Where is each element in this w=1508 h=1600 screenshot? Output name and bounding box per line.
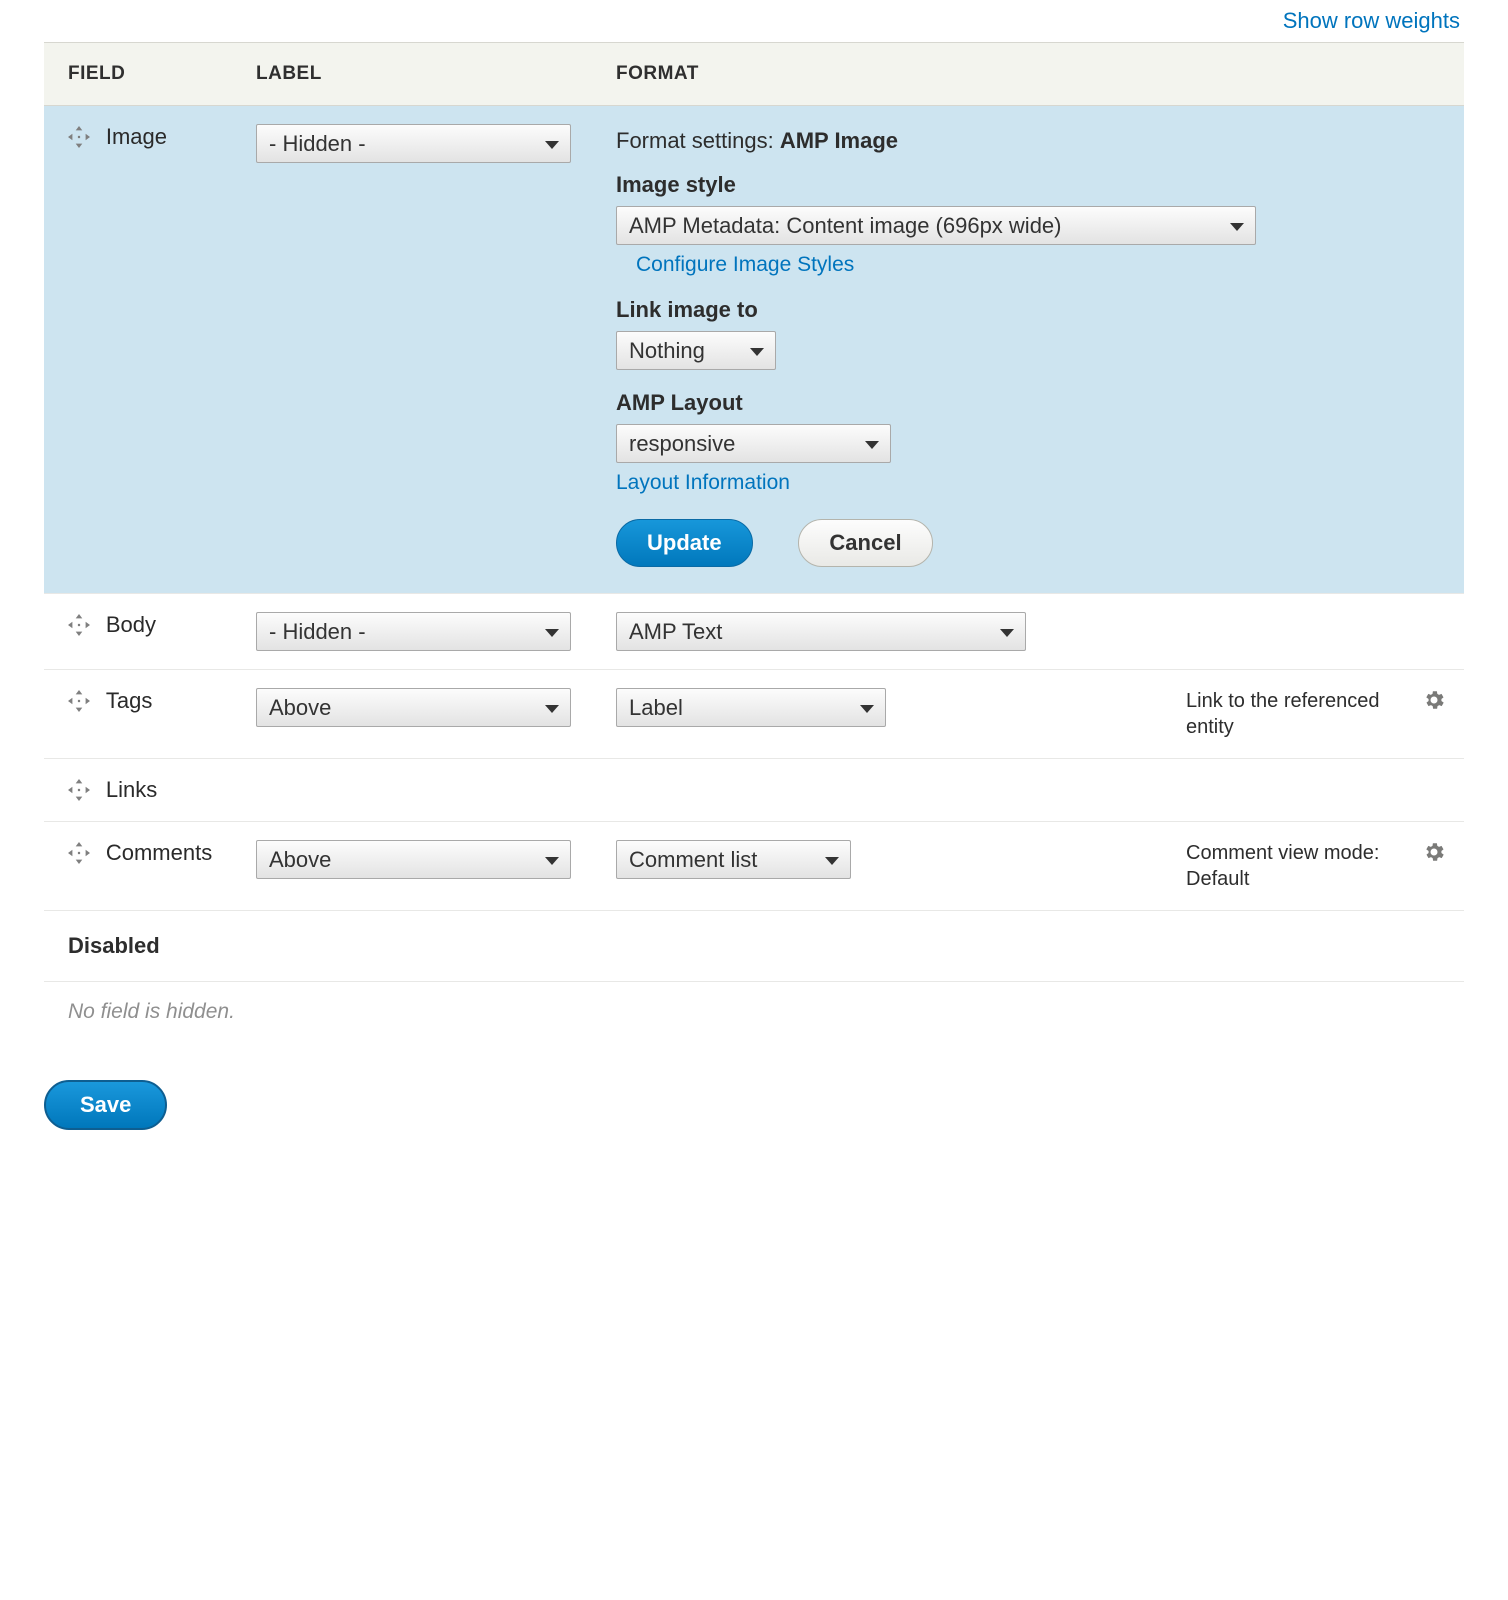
- amp-layout-label: AMP Layout: [616, 390, 1452, 416]
- row-image: Image - Hidden - Format settings: AMP Im…: [44, 106, 1464, 594]
- link-image-to-select[interactable]: Nothing: [616, 331, 776, 370]
- label-select-tags[interactable]: Above: [256, 688, 571, 727]
- summary-tags: Link to the referenced entity: [1174, 670, 1404, 759]
- row-body: Body - Hidden - AMP Text: [44, 594, 1464, 670]
- label-select-comments[interactable]: Above: [256, 840, 571, 879]
- gear-icon[interactable]: [1422, 840, 1446, 864]
- drag-handle-icon[interactable]: [68, 842, 90, 864]
- header-field: FIELD: [44, 43, 244, 106]
- drag-handle-icon[interactable]: [68, 690, 90, 712]
- field-name-comments: Comments: [106, 840, 212, 865]
- section-disabled: Disabled: [44, 911, 1464, 982]
- row-tags: Tags Above Label Link t: [44, 670, 1464, 759]
- format-select-tags[interactable]: Label: [616, 688, 886, 727]
- format-select-body[interactable]: AMP Text: [616, 612, 1026, 651]
- link-image-to-label: Link image to: [616, 297, 1452, 323]
- drag-handle-icon[interactable]: [68, 614, 90, 636]
- save-button[interactable]: Save: [44, 1080, 167, 1130]
- label-select-image[interactable]: - Hidden -: [256, 124, 571, 163]
- field-name-links: Links: [106, 777, 157, 802]
- image-style-select[interactable]: AMP Metadata: Content image (696px wide): [616, 206, 1256, 245]
- update-button[interactable]: Update: [616, 519, 753, 567]
- field-name-body: Body: [106, 612, 156, 637]
- format-select-comments[interactable]: Comment list: [616, 840, 851, 879]
- row-links: Links: [44, 759, 1464, 822]
- layout-information-link[interactable]: Layout Information: [616, 471, 790, 495]
- gear-icon[interactable]: [1422, 688, 1446, 712]
- field-name-image: Image: [106, 124, 167, 149]
- label-select-body[interactable]: - Hidden -: [256, 612, 571, 651]
- cancel-button[interactable]: Cancel: [798, 519, 932, 567]
- show-row-weights-link[interactable]: Show row weights: [44, 0, 1464, 42]
- drag-handle-icon[interactable]: [68, 126, 90, 148]
- drag-handle-icon[interactable]: [68, 779, 90, 801]
- summary-comments: Comment view mode: Default: [1174, 822, 1404, 911]
- display-fields-table: FIELD LABEL FORMAT Image - Hidden -: [44, 42, 1464, 1052]
- amp-layout-select[interactable]: responsive: [616, 424, 891, 463]
- field-name-tags: Tags: [106, 688, 152, 713]
- row-comments: Comments Above Comment list: [44, 822, 1464, 911]
- header-label: LABEL: [244, 43, 604, 106]
- header-format: FORMAT: [604, 43, 1464, 106]
- configure-image-styles-link[interactable]: Configure Image Styles: [636, 253, 854, 277]
- format-settings-heading: Format settings: AMP Image: [616, 128, 1452, 154]
- disabled-empty: No field is hidden.: [44, 982, 1464, 1053]
- image-style-label: Image style: [616, 172, 1452, 198]
